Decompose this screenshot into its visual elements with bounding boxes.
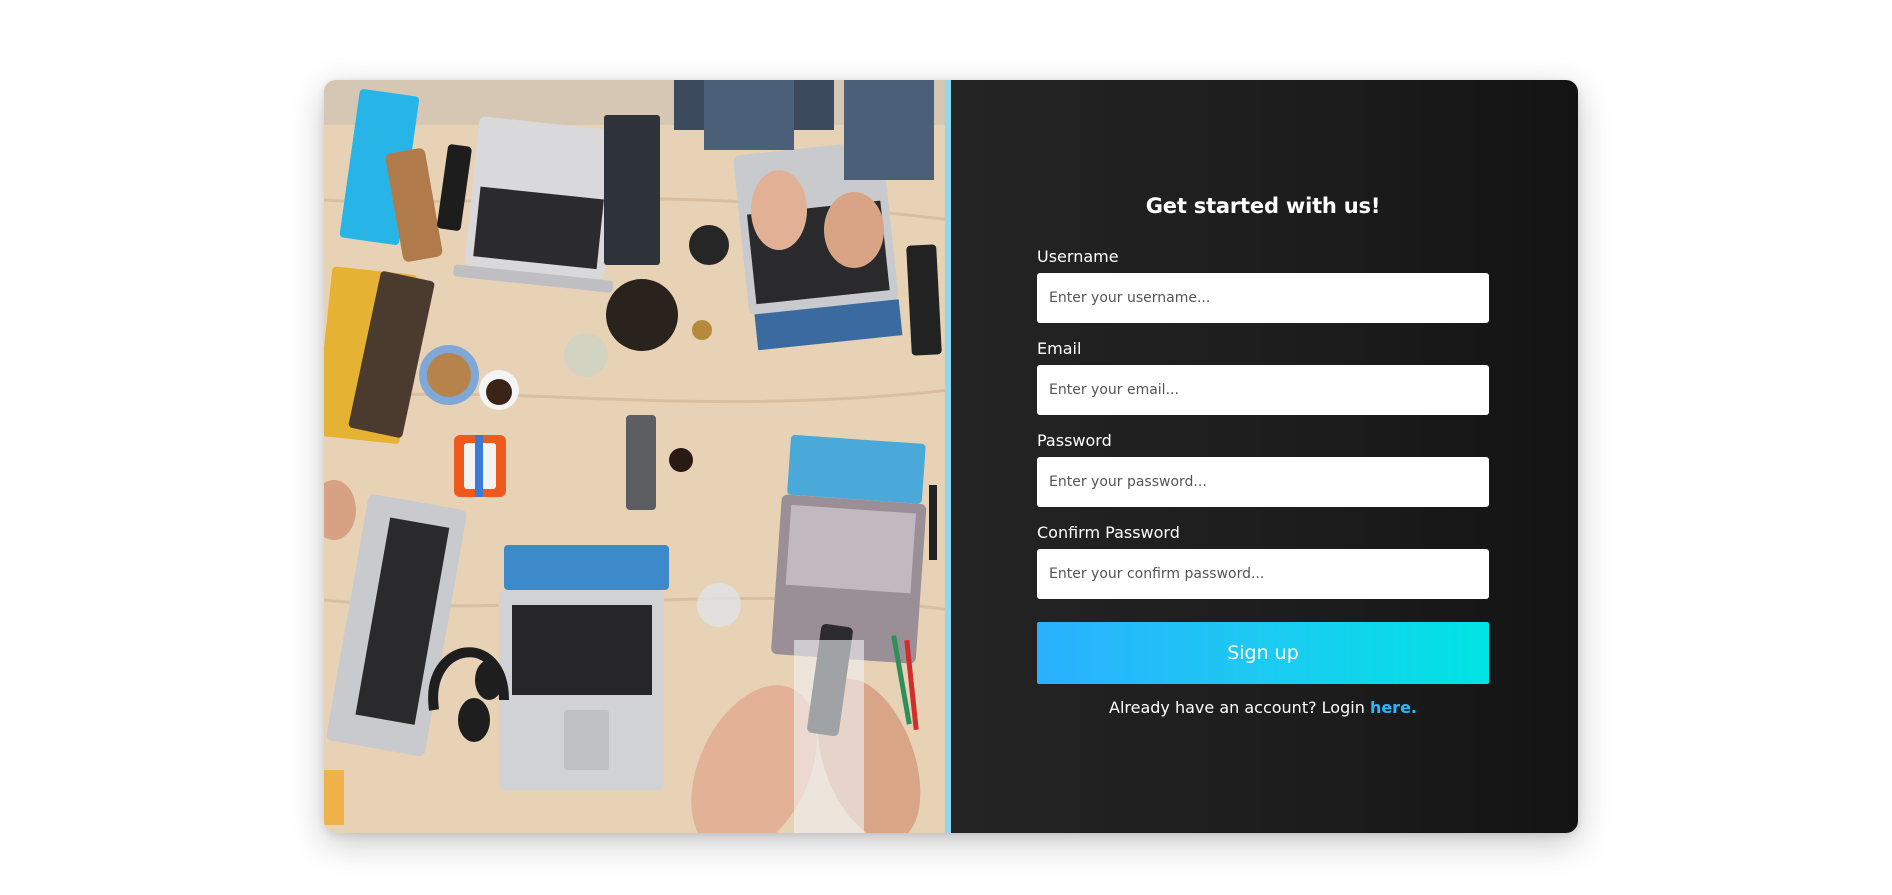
workspace-photo [324, 80, 951, 833]
form-title: Get started with us! [1145, 194, 1381, 218]
username-input[interactable] [1037, 273, 1489, 323]
signup-panel: Get started with us! Username Email Pass… [951, 80, 1578, 833]
login-prompt-text: Already have an account? Login [1109, 698, 1365, 717]
password-input[interactable] [1037, 457, 1489, 507]
signup-card: Get started with us! Username Email Pass… [324, 80, 1578, 833]
password-label: Password [1037, 431, 1112, 450]
sign-up-button[interactable]: Sign up [1037, 622, 1489, 684]
login-link[interactable]: here. [1370, 698, 1417, 717]
confirm-password-label: Confirm Password [1037, 523, 1180, 542]
email-label: Email [1037, 339, 1082, 358]
email-input[interactable] [1037, 365, 1489, 415]
login-prompt: Already have an account? Login here. [1037, 698, 1489, 717]
username-label: Username [1037, 247, 1119, 266]
confirm-password-input[interactable] [1037, 549, 1489, 599]
